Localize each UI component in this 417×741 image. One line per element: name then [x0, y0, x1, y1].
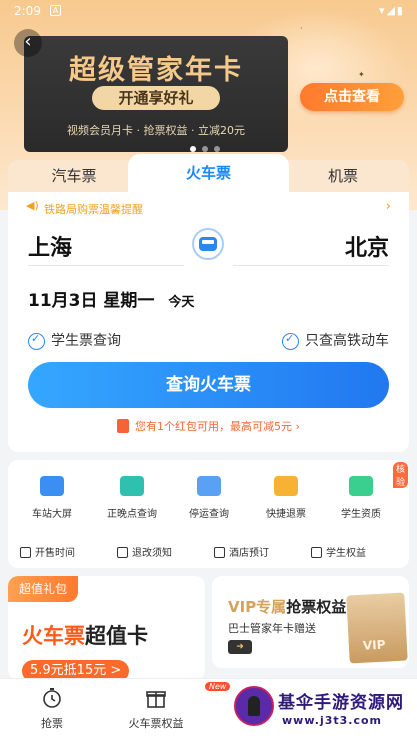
graduation-cap-icon — [311, 547, 322, 558]
status-time: 2:09 — [14, 4, 41, 18]
vip-title: VIP专属抢票权益 — [228, 596, 346, 617]
tab-train[interactable]: 火车票 — [128, 154, 289, 192]
service-student-qualification[interactable]: 核验 学生资质 — [321, 462, 409, 520]
value-pack-title: 火车票超值卡 — [22, 620, 148, 650]
sub-hotel-booking[interactable]: 酒店预订 — [214, 544, 269, 559]
title-part: VIP专属 — [228, 598, 287, 616]
watermark-logo — [234, 686, 274, 726]
chevron-right-icon: › — [385, 199, 391, 214]
sparkle-icon: · — [300, 24, 303, 33]
nav-grab-tickets[interactable]: 抢票 — [2, 687, 102, 731]
railway-notice[interactable]: ◀) 铁路局购票温馨提醒 › — [26, 199, 391, 217]
service-grid: 车站大屏 正晚点查询 停运查询 快捷退票 核验 学生资质 开售时间 退改须知 酒… — [8, 460, 409, 568]
box-label: VIP — [362, 637, 386, 653]
screen-icon — [40, 476, 64, 496]
sub-label: 退改须知 — [132, 548, 172, 559]
value-pack-tag: 超值礼包 — [8, 576, 78, 602]
title-part: 火车票 — [22, 624, 85, 648]
service-label: 车站大屏 — [32, 509, 72, 520]
pagination-dot — [202, 146, 208, 152]
notice-text: 铁路局购票温馨提醒 — [44, 203, 143, 216]
back-button[interactable]: ‹ — [14, 29, 42, 57]
site-watermark: 基伞手游资源网 www.j3t3.com — [232, 682, 417, 738]
watermark-url: www.j3t3.com — [282, 714, 383, 727]
service-station-screen[interactable]: 车站大屏 — [12, 476, 92, 520]
redpacket-text: 您有1个红包可用，最高可减5元 › — [135, 420, 300, 433]
date-selector[interactable]: 11月3日 星期一 今天 — [28, 286, 194, 311]
value-pack-card[interactable]: 超值礼包 火车票超值卡 5.9元抵15元 > — [8, 576, 205, 680]
service-quick-refund[interactable]: 快捷退票 — [246, 476, 326, 520]
document-icon — [117, 547, 128, 558]
service-label: 快捷退票 — [266, 509, 306, 520]
sub-student-benefits[interactable]: 学生权益 — [311, 544, 366, 559]
banner-title: 超级管家年卡 — [69, 55, 243, 86]
check-circle-icon — [28, 332, 45, 350]
sub-label: 酒店预订 — [229, 548, 269, 559]
pagination-dot — [190, 146, 196, 152]
promo-banner[interactable]: 超级管家年卡 开通享好礼 视频会员月卡 · 抢票权益 · 立减20元 — [24, 36, 288, 152]
nav-train-benefits[interactable]: New 火车票权益 — [106, 682, 231, 731]
tab-bus[interactable]: 汽车票 — [8, 160, 140, 192]
nav-label: 抢票 — [41, 717, 63, 730]
title-part: 抢票权益 — [286, 598, 347, 616]
check-circle-icon — [282, 332, 299, 350]
speaker-icon: ◀) — [26, 199, 39, 212]
date-value: 11月3日 — [28, 291, 98, 311]
notification-icon: A — [50, 5, 61, 16]
status-bar: 2:09 A ▾◢▮ — [0, 0, 417, 24]
banner-subtitle: 视频会员月卡 · 抢票权益 · 立减20元 — [67, 124, 245, 137]
title-part: 超值卡 — [85, 624, 148, 648]
clock-doc-icon — [120, 476, 144, 496]
watermark-title: 基伞手游资源网 — [278, 693, 404, 713]
service-suspension-query[interactable]: 停运查询 — [169, 476, 249, 520]
sparkle-icon: ✦ — [358, 70, 365, 79]
calendar-icon — [20, 547, 31, 558]
stopwatch-icon — [41, 687, 63, 709]
pagination-dot — [214, 146, 220, 152]
service-label: 学生资质 — [341, 509, 381, 520]
train-search-card: ◀) 铁路局购票温馨提醒 › 上海 北京 11月3日 星期一 今天 学生票查询 … — [8, 190, 409, 452]
arrival-city[interactable]: 北京 — [233, 230, 389, 266]
student-ticket-checkbox[interactable]: 学生票查询 — [28, 330, 121, 350]
departure-city[interactable]: 上海 — [28, 230, 184, 266]
refund-icon — [274, 476, 298, 496]
tab-flight[interactable]: 机票 — [277, 160, 409, 192]
gift-box-icon: VIP — [346, 592, 408, 664]
sub-label: 学生权益 — [326, 548, 366, 559]
high-speed-only-checkbox[interactable]: 只查高铁动车 — [282, 330, 389, 350]
sub-label: 开售时间 — [35, 548, 75, 559]
banner-cta-button[interactable]: 点击查看 — [300, 83, 404, 111]
ticket-tabs: 汽车票 机票 火车票 — [8, 154, 409, 192]
vip-subtitle: 巴士管家年卡赠送 — [228, 622, 316, 635]
hotel-icon — [214, 547, 225, 558]
train-icon — [199, 237, 217, 251]
search-doc-icon — [197, 476, 221, 496]
service-label: 正晚点查询 — [107, 509, 157, 520]
arrow-right-icon[interactable]: ➜ — [228, 640, 252, 654]
sub-refund-rules[interactable]: 退改须知 — [117, 544, 172, 559]
weekday: 星期一 — [103, 291, 155, 311]
high-speed-label: 只查高铁动车 — [305, 333, 389, 349]
status-icons: ▾◢▮ — [378, 4, 405, 17]
redpacket-notice[interactable]: 您有1个红包可用，最高可减5元 › — [8, 418, 409, 434]
vip-card[interactable]: VIP专属抢票权益 巴士管家年卡赠送 ➜ VIP — [212, 576, 409, 668]
student-ticket-label: 学生票查询 — [51, 333, 121, 349]
service-label: 停运查询 — [189, 509, 229, 520]
student-cap-icon: 核验 — [349, 462, 409, 496]
new-badge: New — [205, 682, 231, 691]
sub-sale-time[interactable]: 开售时间 — [20, 544, 75, 559]
nav-label: 火车票权益 — [128, 717, 184, 730]
search-train-button[interactable]: 查询火车票 — [28, 362, 389, 408]
today-label: 今天 — [168, 295, 195, 310]
value-pack-price[interactable]: 5.9元抵15元 > — [22, 660, 130, 680]
service-delay-query[interactable]: 正晚点查询 — [92, 476, 172, 520]
banner-pill: 开通享好礼 — [92, 86, 220, 110]
gift-icon: New — [145, 682, 231, 709]
red-packet-icon — [117, 419, 130, 433]
swap-cities-button[interactable] — [192, 228, 224, 260]
verify-badge: 核验 — [393, 462, 409, 488]
